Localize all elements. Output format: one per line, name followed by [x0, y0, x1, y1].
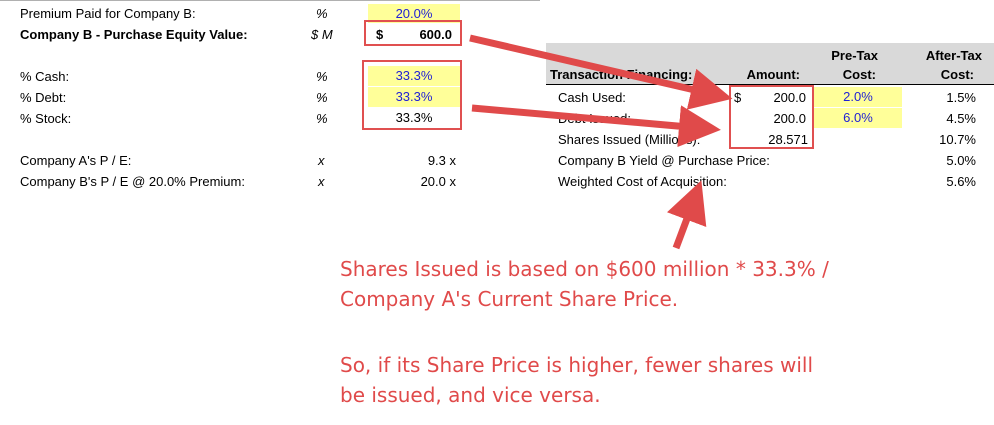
annotation-line-3: So, if its Share Price is higher, fewer …	[340, 353, 814, 377]
arrow-mix-to-shares	[471, 104, 721, 148]
annotation-line-2: Company A's Current Share Price.	[340, 287, 679, 311]
arrow-annotation-to-shares	[666, 180, 707, 250]
annotation-line-1: Shares Issued is based on $600 million *…	[340, 257, 829, 281]
annotation-line-4: be issued, and vice versa.	[340, 383, 601, 407]
arrow-equity-to-cash	[469, 34, 733, 110]
